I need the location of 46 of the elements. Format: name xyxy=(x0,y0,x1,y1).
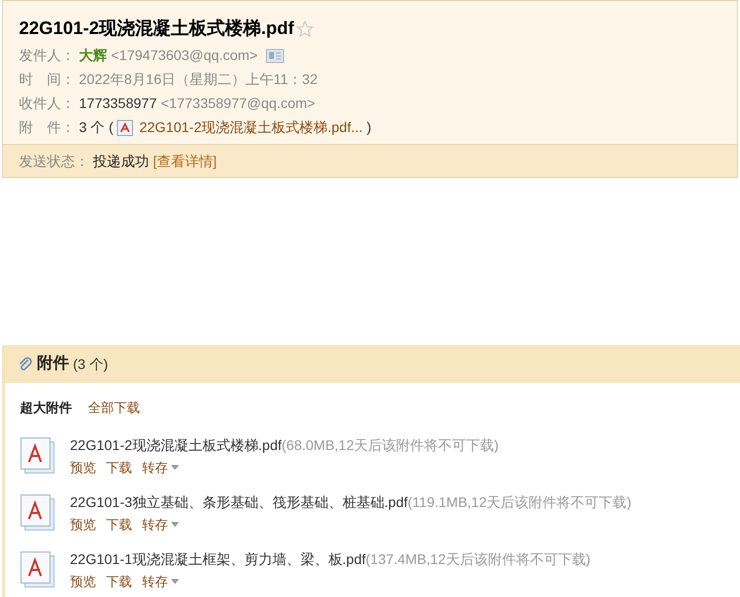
download-all-link[interactable]: 全部下载 xyxy=(88,398,140,418)
file-action-link[interactable]: 预览 xyxy=(70,514,96,534)
file-name[interactable]: 22G101-1现浇混凝土框架、剪力墙、梁、板.pdf xyxy=(70,548,366,570)
pdf-file-icon xyxy=(20,494,56,532)
field-label: 发件人： xyxy=(19,46,75,65)
field-label: 时 间： xyxy=(19,70,75,89)
file-action-link[interactable]: 下载 xyxy=(106,458,132,478)
paperclip-icon xyxy=(17,356,33,372)
file-name[interactable]: 22G101-2现浇混凝土板式楼梯.pdf xyxy=(70,434,282,456)
caret-icon xyxy=(171,579,179,584)
file-action-link[interactable]: 转存 xyxy=(142,458,179,478)
attachments-title: 附件 xyxy=(37,354,69,374)
parenthesis: ( xyxy=(108,118,114,137)
field-label: 附 件： xyxy=(19,118,75,137)
section-title: 超大附件 xyxy=(20,399,72,417)
file-name[interactable]: 22G101-3独立基础、条形基础、筏形基础、桩基础.pdf xyxy=(70,492,408,513)
sender-name[interactable]: 大辉 xyxy=(79,45,107,66)
file-action-link[interactable]: 转存 xyxy=(142,572,179,592)
pdf-file-icon xyxy=(20,551,56,589)
sender-address: <179473603@qq.com> xyxy=(111,46,258,65)
contact-card-icon[interactable] xyxy=(266,48,284,62)
attachments-count: (3 个) xyxy=(73,354,108,374)
sent-time: 2022年8月16日（星期二）上午11：32 xyxy=(79,70,318,89)
file-action-link[interactable]: 转存 xyxy=(142,514,179,534)
send-status: 投递成功 xyxy=(93,152,149,170)
file-action-link[interactable]: 下载 xyxy=(106,514,132,534)
field-label: 发送状态： xyxy=(19,152,89,170)
caret-icon xyxy=(171,522,179,527)
pdf-file-icon xyxy=(20,437,56,475)
parenthesis: ) xyxy=(366,118,372,137)
attachment-count: 3 个 xyxy=(79,118,105,137)
attachment-link[interactable]: 22G101-2现浇混凝土板式楼梯.pdf... xyxy=(139,117,363,138)
caret-icon xyxy=(171,465,179,470)
star-icon[interactable] xyxy=(296,20,314,38)
file-action-link[interactable]: 预览 xyxy=(70,458,96,478)
details-link[interactable]: [查看详情] xyxy=(153,150,217,172)
recipient-name: 1773358977 xyxy=(79,94,157,113)
field-label: 收件人： xyxy=(19,94,75,113)
file-action-link[interactable]: 预览 xyxy=(70,572,96,592)
recipient-address: <1773358977@qq.com> xyxy=(160,94,316,113)
mail-subject: 22G101-2现浇混凝土板式楼梯.pdf xyxy=(19,17,294,40)
file-info: (68.0MB,12天后该附件将不可下载) xyxy=(282,436,499,455)
file-action-link[interactable]: 下载 xyxy=(106,572,132,592)
pdf-icon xyxy=(117,120,134,136)
file-info: (119.1MB,12天后该附件将不可下载) xyxy=(408,492,632,512)
file-info: (137.4MB,12天后该附件将不可下载) xyxy=(366,550,590,569)
